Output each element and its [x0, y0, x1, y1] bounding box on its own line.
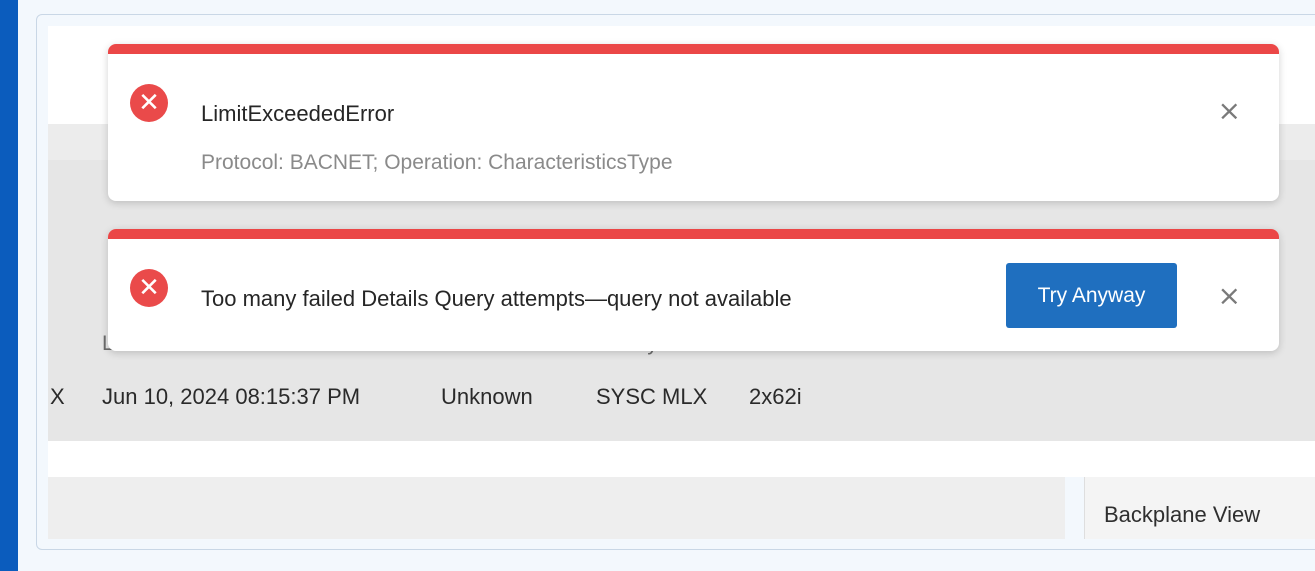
row-prefix: X — [50, 384, 65, 409]
state-value: Unknown — [441, 384, 533, 409]
error-circle-x-icon: ✕ — [130, 84, 168, 122]
close-icon[interactable]: × — [1218, 282, 1241, 310]
family-value: SYSC MLX — [596, 384, 708, 409]
error-toast-query-unavailable: ✕ Too many failed Details Query attempts… — [108, 229, 1279, 351]
toast-title: LimitExceededError — [201, 101, 395, 126]
toast-title: Too many failed Details Query attempts—q… — [201, 286, 792, 311]
error-circle-x-icon: ✕ — [130, 269, 168, 307]
toast-detail: Protocol: BACNET; Operation: Characteris… — [201, 151, 673, 174]
section-divider — [48, 441, 1315, 477]
toast-error-bar — [108, 229, 1279, 239]
tab-backplane-view[interactable]: Backplane View — [1104, 502, 1260, 528]
error-toast-limit-exceeded: ✕ LimitExceededError Protocol: BACNET; O… — [108, 44, 1279, 201]
close-icon[interactable]: × — [1218, 97, 1241, 125]
bottom-content-area — [48, 477, 1065, 539]
try-anyway-button[interactable]: Try Anyway — [1006, 263, 1177, 328]
left-nav-rail — [0, 0, 18, 571]
toast-error-bar — [108, 44, 1279, 54]
last-seen-value: Jun 10, 2024 08:15:37 PM — [102, 384, 361, 409]
firmware-value: 2x62i — [749, 384, 802, 409]
